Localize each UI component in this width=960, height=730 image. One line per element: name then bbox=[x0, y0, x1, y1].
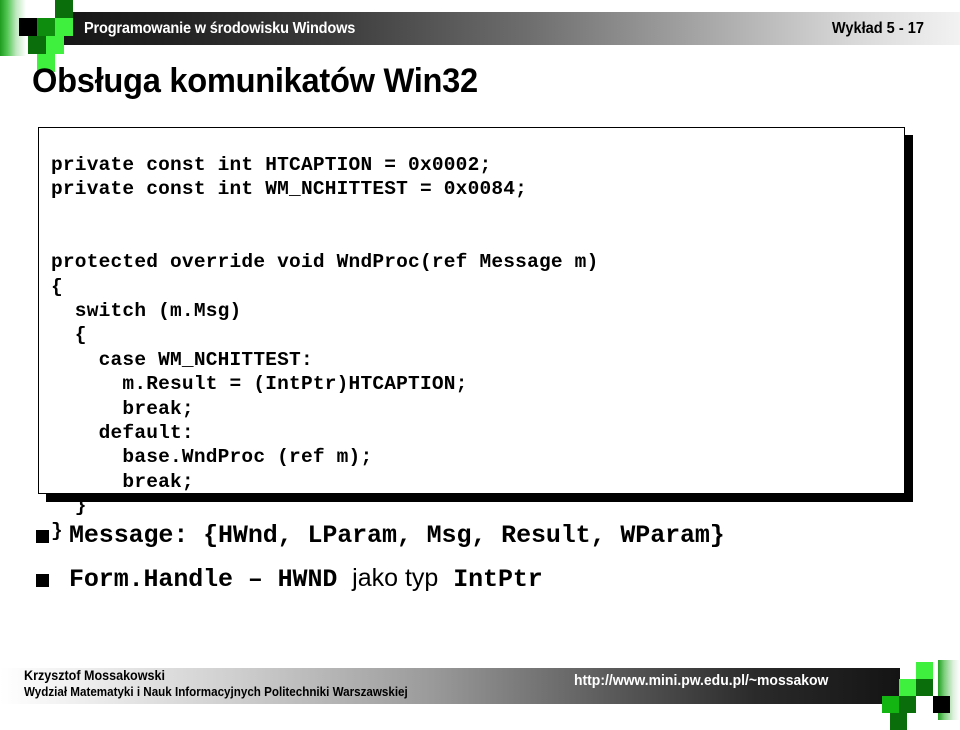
decorative-square bbox=[46, 36, 64, 54]
decorative-square bbox=[933, 696, 950, 713]
bullet-mono-before: Message: {HWnd, LParam, Msg, Result, WPa… bbox=[69, 520, 725, 550]
slide-footer: Krzysztof Mossakowski Wydział Matematyki… bbox=[0, 660, 960, 730]
bullet-list: Message: {HWnd, LParam, Msg, Result, WPa… bbox=[36, 513, 936, 601]
decorative-square bbox=[55, 0, 73, 18]
bullet-mono-after: IntPtr bbox=[438, 565, 543, 594]
list-item: Message: {HWnd, LParam, Msg, Result, WPa… bbox=[36, 513, 936, 557]
list-item-label: Message: {HWnd, LParam, Msg, Result, WPa… bbox=[69, 521, 725, 550]
decorative-square bbox=[899, 679, 916, 696]
lecture-number-label: Wykład 5 - 17 bbox=[831, 20, 924, 37]
page-title: Obsługa komunikatów Win32 bbox=[32, 62, 478, 100]
footer-homepage-url[interactable]: http://www.mini.pw.edu.pl/~mossakow bbox=[574, 672, 828, 689]
decorative-square bbox=[55, 18, 73, 36]
decorative-square bbox=[19, 18, 37, 36]
square-bullet-icon bbox=[36, 530, 49, 543]
course-title: Programowanie w środowisku Windows bbox=[84, 20, 356, 37]
square-bullet-icon bbox=[36, 574, 49, 587]
slide-header: Programowanie w środowisku Windows Wykła… bbox=[0, 0, 960, 72]
code-listing-box: private const int HTCAPTION = 0x0002; pr… bbox=[38, 127, 905, 542]
decorative-square bbox=[28, 36, 46, 54]
code-listing-text: private const int HTCAPTION = 0x0002; pr… bbox=[51, 153, 599, 542]
decorative-square bbox=[882, 696, 899, 713]
decorative-square bbox=[890, 713, 907, 730]
decorative-square bbox=[916, 662, 933, 679]
decorative-square bbox=[899, 696, 916, 713]
decorative-square bbox=[916, 679, 933, 696]
decorative-square bbox=[37, 18, 55, 36]
list-item-label: Form.Handle – HWND jako typ IntPtr bbox=[69, 564, 543, 594]
footer-department-name: Wydział Matematyki i Nauk Informacyjnych… bbox=[24, 685, 408, 699]
bullet-mono-before: Form.Handle – HWND bbox=[69, 565, 353, 594]
list-item: Form.Handle – HWND jako typ IntPtr bbox=[36, 557, 936, 601]
footer-author-name: Krzysztof Mossakowski bbox=[24, 668, 165, 683]
bullet-alt-text: jako typ bbox=[352, 564, 439, 592]
